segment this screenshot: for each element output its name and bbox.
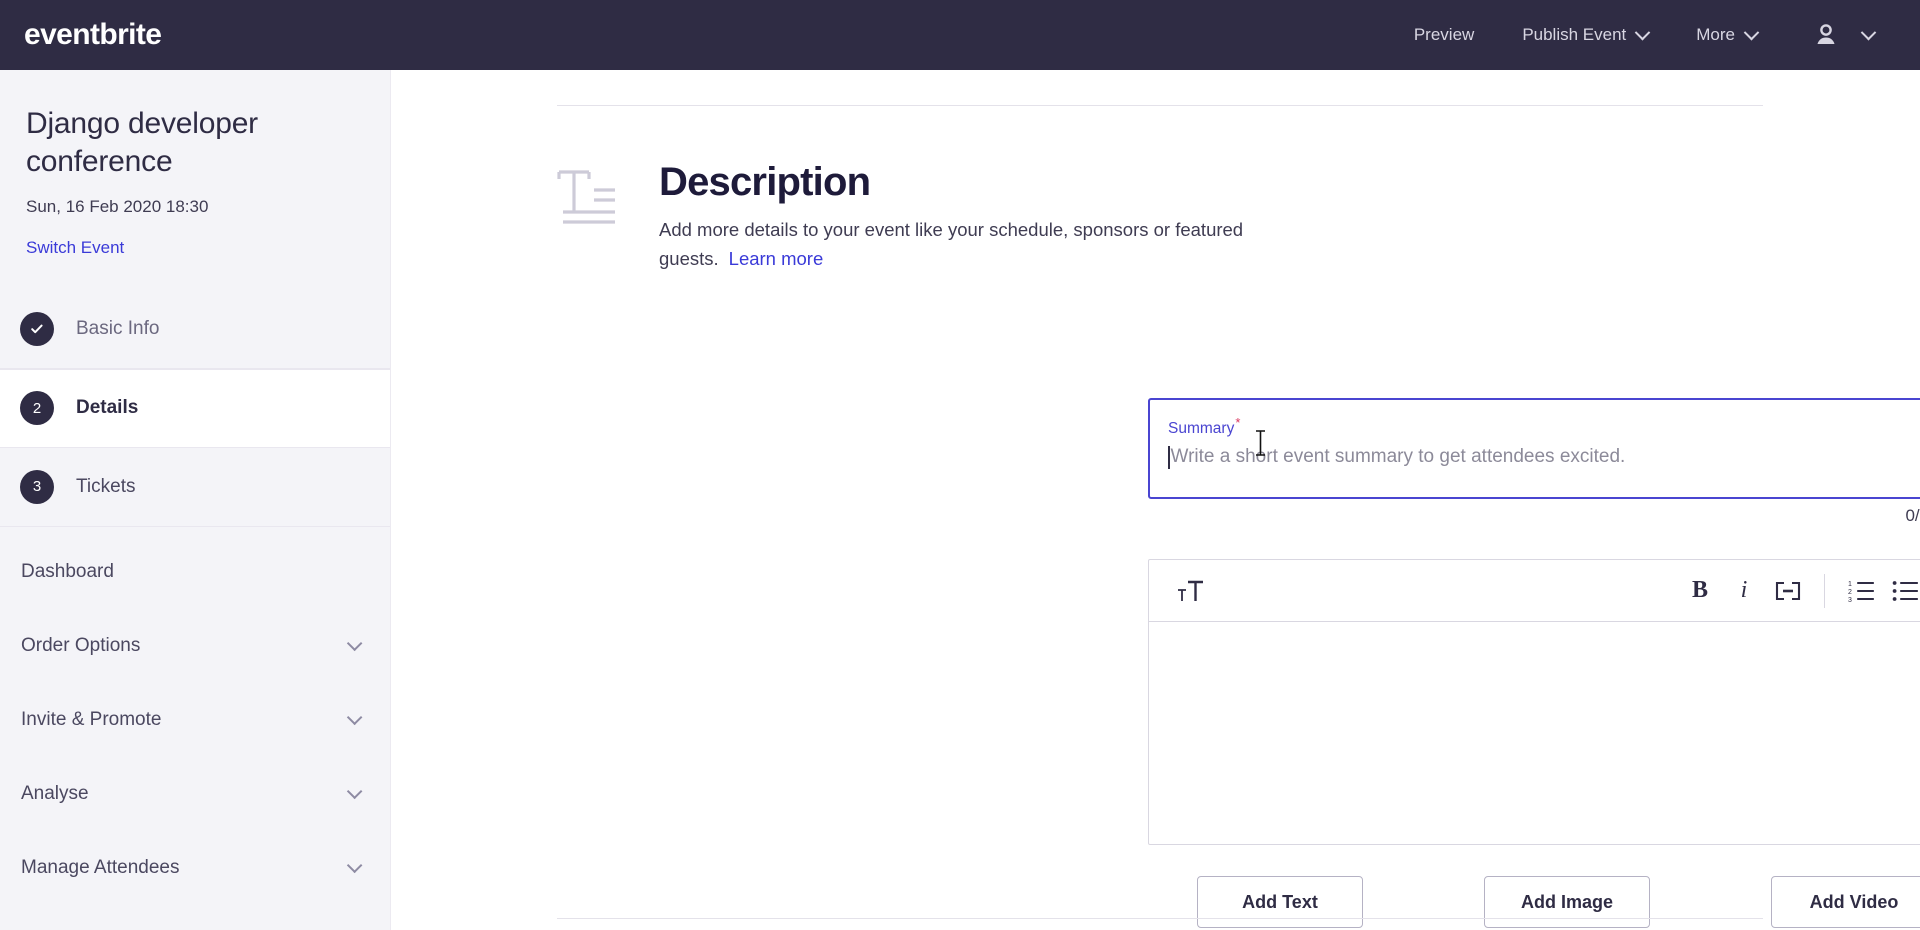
nav-publish-event[interactable]: Publish Event: [1498, 0, 1672, 70]
link-icon[interactable]: [1766, 569, 1810, 613]
svg-text:1: 1: [1848, 581, 1852, 588]
bold-icon[interactable]: B: [1678, 569, 1722, 613]
nav-preview[interactable]: Preview: [1390, 0, 1498, 70]
event-summary-block: Django developer conference Sun, 16 Feb …: [0, 70, 390, 258]
summary-label-text: Summary: [1168, 420, 1235, 438]
main-content: Description Add more details to your eve…: [391, 70, 1920, 930]
sidebar-item-analyse-label: Analyse: [21, 782, 89, 804]
chevron-down-icon: [346, 635, 363, 652]
event-date: Sun, 16 Feb 2020 18:30: [26, 196, 209, 216]
sidebar-item-analyse[interactable]: Analyse: [0, 757, 390, 831]
text-size-icon[interactable]: [1169, 569, 1213, 613]
description-section-header: Description Add more details to your eve…: [557, 160, 1279, 273]
editor-text-area[interactable]: [1149, 622, 1920, 844]
sidebar-step-details[interactable]: 2 Details: [0, 368, 390, 448]
nav-more[interactable]: More: [1672, 0, 1781, 70]
top-header: eventbrite Preview Publish Event More: [0, 0, 1920, 70]
rich-text-editor: B i 1 2 3: [1148, 559, 1920, 845]
required-asterisk: *: [1235, 415, 1241, 430]
event-title: Django developer conference: [26, 107, 258, 178]
add-content-buttons: Add Text Add Image Add Video: [1197, 876, 1920, 928]
divider-top: [557, 105, 1763, 106]
add-image-button[interactable]: Add Image: [1484, 876, 1650, 928]
sidebar-item-manage-attendees[interactable]: Manage Attendees: [0, 831, 390, 905]
page-title: Description: [659, 160, 871, 204]
sidebar-item-dashboard-label: Dashboard: [21, 560, 114, 582]
sidebar-item-invite-promote-label: Invite & Promote: [21, 708, 162, 730]
step-nav: Basic Info 2 Details 3 Tickets: [0, 290, 390, 527]
bulleted-list-icon[interactable]: [1883, 569, 1920, 613]
svg-text:3: 3: [1848, 597, 1852, 602]
toolbar-divider: [1824, 573, 1825, 608]
sidebar-item-order-options[interactable]: Order Options: [0, 609, 390, 683]
sidebar-item-dashboard[interactable]: Dashboard: [0, 535, 390, 609]
summary-placeholder: Write a short event summary to get atten…: [1170, 446, 1626, 468]
top-nav: Preview Publish Event More: [1390, 0, 1920, 70]
page-subtitle: Add more details to your event like your…: [659, 216, 1279, 273]
sidebar-step-tickets[interactable]: 3 Tickets: [0, 448, 390, 527]
sidebar-step-details-label: Details: [76, 397, 139, 419]
chevron-down-icon: [346, 709, 363, 726]
chevron-down-icon: [346, 783, 363, 800]
chevron-down-icon: [1860, 24, 1877, 40]
nav-publish-event-label: Publish Event: [1522, 25, 1627, 44]
sidebar-step-tickets-label: Tickets: [76, 475, 136, 497]
summary-input-line: Write a short event summary to get atten…: [1168, 445, 1920, 469]
editor-toolbar: B i 1 2 3: [1149, 560, 1920, 622]
nav-more-label: More: [1696, 25, 1735, 44]
user-avatar-icon: [1817, 24, 1835, 44]
text-caret: [1168, 445, 1170, 469]
sidebar-item-invite-promote[interactable]: Invite & Promote: [0, 683, 390, 757]
sidebar-step-basic-info-label: Basic Info: [76, 317, 160, 339]
italic-icon[interactable]: i: [1722, 569, 1766, 613]
add-text-button[interactable]: Add Text: [1197, 876, 1363, 928]
summary-character-counter: 0/140: [1905, 506, 1920, 525]
learn-more-link[interactable]: Learn more: [729, 248, 824, 269]
sidebar-item-order-options-label: Order Options: [21, 634, 141, 656]
add-video-button[interactable]: Add Video: [1771, 876, 1920, 928]
sidebar-menu: Dashboard Order Options Invite & Promote…: [0, 527, 390, 905]
nav-preview-label: Preview: [1413, 25, 1475, 44]
account-menu[interactable]: [1781, 20, 1884, 50]
ordered-list-icon[interactable]: 1 2 3: [1839, 569, 1883, 613]
summary-input[interactable]: Summary* Write a short event summary to …: [1148, 398, 1920, 499]
sidebar: Django developer conference Sun, 16 Feb …: [0, 70, 391, 930]
text-lines-icon: [557, 170, 615, 224]
step-complete-check-icon: [20, 311, 54, 346]
chevron-down-icon: [1743, 24, 1760, 40]
sidebar-step-basic-info[interactable]: Basic Info: [0, 290, 390, 369]
summary-label: Summary*: [1168, 416, 1920, 437]
divider-bottom: [557, 918, 1763, 919]
chevron-down-icon: [346, 857, 363, 874]
eventbrite-logo[interactable]: eventbrite: [24, 20, 162, 50]
switch-event-link[interactable]: Switch Event: [26, 238, 124, 258]
svg-text:2: 2: [1848, 589, 1852, 596]
step-number-badge: 3: [20, 469, 54, 504]
step-number-badge: 2: [20, 391, 54, 426]
sidebar-item-manage-attendees-label: Manage Attendees: [21, 856, 180, 878]
chevron-down-icon: [1634, 24, 1651, 40]
